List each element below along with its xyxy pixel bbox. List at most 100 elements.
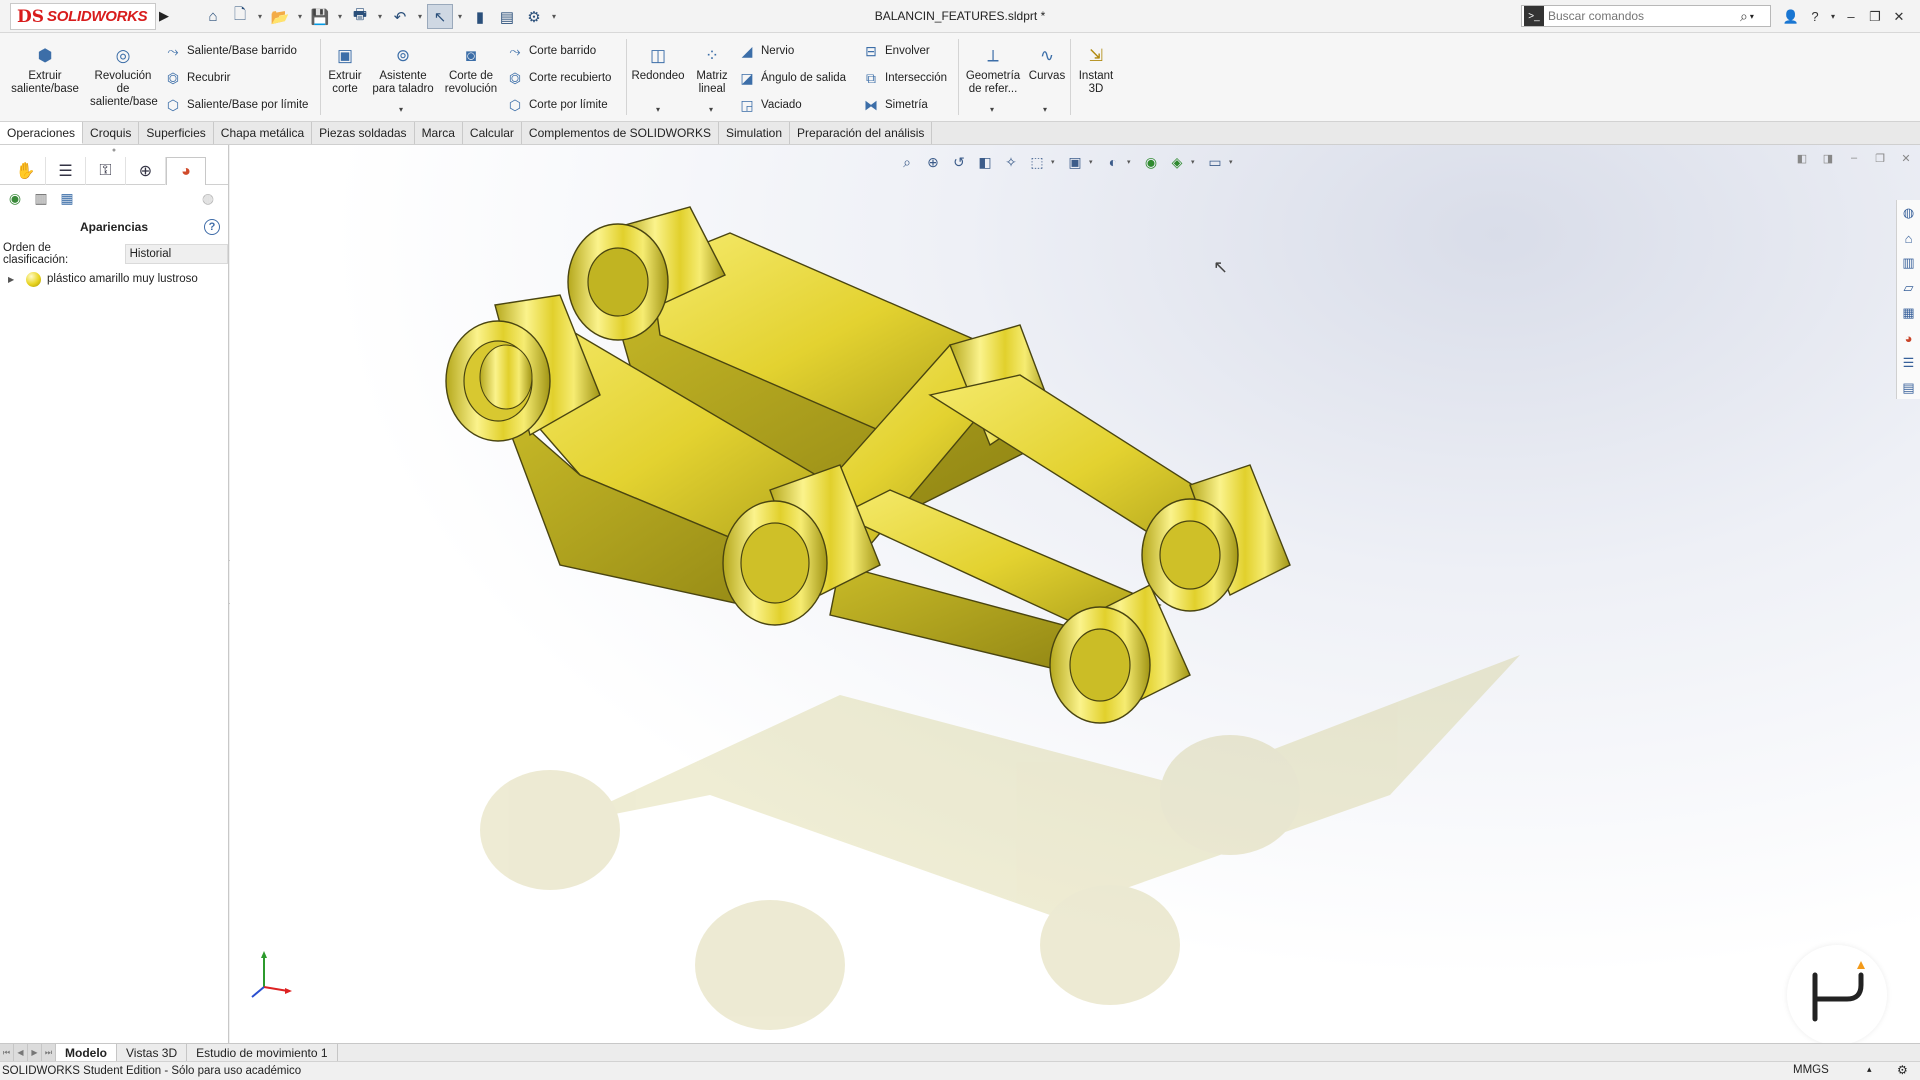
edit-appearance-icon[interactable]: ◉ [1139,150,1163,174]
new-document-icon[interactable]: 🗋 [227,4,253,29]
file-properties-icon[interactable]: ▤ [494,4,520,29]
revolve-boss-button[interactable]: ◎ Revolución de saliente/base [86,43,160,109]
extrude-cut-button[interactable]: ▣ Extruir corte [325,43,365,96]
sort-order-select[interactable]: Historial [124,244,228,264]
open-dropdown-icon[interactable]: ▾ [294,4,306,29]
open-folder-icon[interactable]: 📂 [267,4,293,29]
graphics-area[interactable]: ⌕ ⊕ ↺ ◧ ✧ ⬚ ▾ ▣ ▾ ◐ ▾ ◉ ◈ ▾ ▭ ▾ ◧ ◨ – ❐ … [230,145,1920,1043]
appearances-scenes-icon[interactable]: ◕ [1898,327,1920,349]
scenes-view-icon[interactable]: ▦ [57,188,77,208]
linear-pattern-button[interactable]: ⁘ Matriz lineal [690,43,734,96]
status-bar-settings-icon[interactable]: ⚙ [1897,1063,1908,1077]
extrude-boss-button[interactable]: ⬢ Extruir saliente/base [8,43,82,96]
search-icon[interactable]: ⌕ [1740,8,1748,25]
display-manager-tab-icon[interactable]: ◕ [166,157,206,185]
edit-appearance-icon[interactable]: ◍ [198,188,218,208]
undo-icon[interactable]: ↶ [387,4,413,29]
options-dropdown-icon[interactable]: ▾ [548,4,560,29]
search-dropdown-icon[interactable]: ▾ [1750,12,1754,21]
tab-piezas-soldadas[interactable]: Piezas soldadas [312,122,415,144]
tree-item-appearance[interactable]: ▶ plástico amarillo muy lustroso [0,269,228,289]
view-orientation-icon[interactable]: ⬚ [1025,150,1049,174]
menu-expand-arrow-icon[interactable]: ▶ [159,7,171,25]
view-settings-icon[interactable]: ▭ [1203,150,1227,174]
tab-preparacion-analisis[interactable]: Preparación del análisis [790,122,933,144]
boundary-cut-button[interactable]: ⬡ Corte por límite [505,95,608,115]
unit-system-dropdown-icon[interactable]: ▴ [1867,1064,1872,1075]
hole-wizard-dropdown-icon[interactable]: ▾ [399,105,403,114]
tab-marca[interactable]: Marca [415,122,463,144]
viewport-minimize-icon[interactable]: – [1846,150,1862,166]
expand-arrow-icon[interactable]: ▶ [8,275,18,284]
previous-view-icon[interactable]: ↺ [947,150,971,174]
swept-cut-button[interactable]: ⤳ Corte barrido [505,41,596,61]
first-tab-nav-icon[interactable]: ⏮ [0,1044,14,1061]
mirror-button[interactable]: ⧓ Simetría [861,95,928,115]
reference-geometry-button[interactable]: ⟂ Geometría de refer... [962,43,1024,96]
instant3d-button[interactable]: ⇲ Instant 3D [1074,43,1118,96]
viewport-close-icon[interactable]: ✕ [1898,150,1914,166]
tab-chapa-metalica[interactable]: Chapa metálica [214,122,313,144]
tab-estudio-movimiento[interactable]: Estudio de movimiento 1 [187,1044,338,1061]
command-search-box[interactable]: >_ ⌕ ▾ [1521,5,1771,27]
viewport-split-right-icon[interactable]: ◨ [1820,150,1836,166]
view-palette-icon[interactable]: ▦ [1898,302,1920,324]
hide-show-dropdown-icon[interactable]: ▾ [1127,158,1137,166]
solidworks-logo[interactable]: DS SOLIDWORKS [10,3,156,30]
user-account-icon[interactable]: 👤 [1780,4,1802,29]
tab-calcular[interactable]: Calcular [463,122,522,144]
forum-icon[interactable]: ▤ [1898,377,1920,399]
select-arrow-icon[interactable]: ↖ [427,4,453,29]
tab-modelo[interactable]: Modelo [56,1044,117,1061]
select-dropdown-icon[interactable]: ▾ [454,4,466,29]
panel-grip-icon[interactable]: ● [0,145,228,157]
tab-vistas-3d[interactable]: Vistas 3D [117,1044,188,1061]
prev-tab-nav-icon[interactable]: ◀ [14,1044,28,1061]
traffic-light-rebuild-icon[interactable]: ▮ [467,4,493,29]
help-icon[interactable]: ? [204,219,220,235]
loft-cut-button[interactable]: ⏣ Corte recubierto [505,68,612,88]
boundary-boss-button[interactable]: ⬡ Saliente/Base por límite [163,95,309,115]
design-library-icon[interactable]: ⌂ [1898,227,1920,249]
search-input[interactable] [1548,9,1738,23]
dimxpert-manager-tab-icon[interactable]: ⊕ [126,157,166,185]
fillet-dropdown-icon[interactable]: ▾ [656,105,660,114]
loft-boss-button[interactable]: ⏣ Recubrir [163,68,231,88]
options-gear-icon[interactable]: ⚙ [521,4,547,29]
swept-boss-button[interactable]: ⤳ Saliente/Base barrido [163,41,297,61]
tab-operaciones[interactable]: Operaciones [0,122,84,144]
restore-icon[interactable]: ❐ [1864,4,1886,29]
view-orientation-dropdown-icon[interactable]: ▾ [1051,158,1061,166]
print-dropdown-icon[interactable]: ▾ [374,4,386,29]
home-icon[interactable]: ⌂ [200,4,226,29]
rib-button[interactable]: ◢ Nervio [737,41,795,61]
tab-superficies[interactable]: Superficies [139,122,214,144]
save-icon[interactable]: 💾 [307,4,333,29]
zoom-to-fit-icon[interactable]: ⌕ [895,150,919,174]
zoom-to-area-icon[interactable]: ⊕ [921,150,945,174]
next-tab-nav-icon[interactable]: ▶ [28,1044,42,1061]
help-dropdown-icon[interactable]: ▾ [1828,4,1838,29]
shell-button[interactable]: ◲ Vaciado [737,95,801,115]
wrap-button[interactable]: ⊟ Envolver [861,41,930,61]
unit-system-button[interactable]: MMGS [1793,1064,1829,1076]
view-settings-dropdown-icon[interactable]: ▾ [1229,158,1239,166]
appearances-view-icon[interactable]: ◉ [5,188,25,208]
hole-wizard-button[interactable]: ⊚ Asistente para taladro [368,43,438,96]
decals-view-icon[interactable]: ▥ [31,188,51,208]
viewport-restore-icon[interactable]: ❐ [1872,150,1888,166]
file-explorer-icon[interactable]: ▥ [1898,252,1920,274]
curves-dropdown-icon[interactable]: ▾ [1043,105,1047,114]
tab-simulation[interactable]: Simulation [719,122,791,144]
curves-button[interactable]: ∿ Curvas [1026,43,1068,83]
custom-properties-icon[interactable]: ☰ [1898,352,1920,374]
help-question-icon[interactable]: ? [1804,4,1826,29]
configuration-manager-tab-icon[interactable]: ⚿ [86,157,126,185]
draft-button[interactable]: ◪ Ángulo de salida [737,68,846,88]
viewport-split-left-icon[interactable]: ◧ [1794,150,1810,166]
display-style-dropdown-icon[interactable]: ▾ [1089,158,1099,166]
section-view-icon[interactable]: ◧ [973,150,997,174]
hide-show-items-icon[interactable]: ◐ [1101,150,1125,174]
folder-icon[interactable]: ▱ [1898,277,1920,299]
rocker-arm-part[interactable] [230,145,1920,1043]
